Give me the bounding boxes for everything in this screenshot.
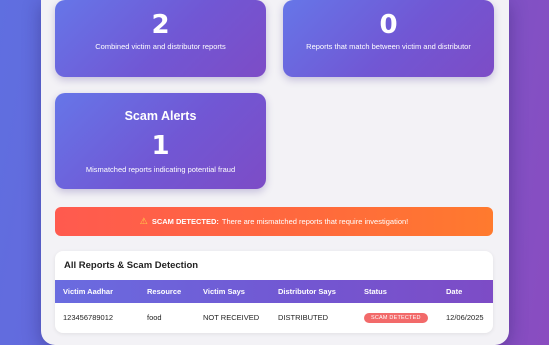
col-date: Date: [446, 287, 463, 296]
cell-distributor-says: DISTRIBUTED: [278, 313, 329, 322]
col-victim-says: Victim Says: [203, 287, 245, 296]
cell-victim-says: NOT RECEIVED: [203, 313, 260, 322]
reports-table: Victim Aadhar Resource Victim Says Distr…: [55, 280, 493, 332]
cell-aadhar: 123456789012: [63, 313, 114, 322]
cell-date: 12/06/2025: [446, 313, 484, 322]
total-reports-count: 2: [151, 10, 170, 40]
cell-status: SCAM DETECTED: [356, 303, 438, 332]
scam-alerts-title: Scam Alerts: [124, 109, 197, 123]
col-status: Status: [364, 287, 387, 296]
reports-title: All Reports & Scam Detection: [64, 260, 199, 271]
total-reports-card: 2 Combined victim and distributor report…: [55, 0, 266, 77]
scam-alerts-card: Scam Alerts 1 Mismatched reports indicat…: [55, 93, 266, 189]
status-badge: SCAM DETECTED: [364, 313, 428, 323]
col-resource: Resource: [147, 287, 182, 296]
scam-alerts-count: 1: [151, 131, 170, 161]
warning-icon: ⚠: [139, 216, 148, 226]
table-header-row: Victim Aadhar Resource Victim Says Distr…: [55, 280, 493, 303]
scam-alerts-label: Mismatched reports indicating potential …: [85, 165, 236, 174]
table-row[interactable]: 123456789012 food NOT RECEIVED DISTRIBUT…: [55, 303, 493, 332]
matched-reports-card: 0 Reports that match between victim and …: [283, 0, 494, 77]
scam-alert-banner: ⚠ SCAM DETECTED: There are mismatched re…: [55, 207, 493, 236]
main-panel: 2 Combined victim and distributor report…: [41, 0, 509, 345]
matched-reports-count: 0: [379, 10, 398, 40]
col-distributor-says: Distributor Says: [278, 287, 336, 296]
col-victim-aadhar: Victim Aadhar: [63, 287, 114, 296]
reports-section: All Reports & Scam Detection Victim Aadh…: [55, 251, 493, 333]
alert-message: There are mismatched reports that requir…: [221, 217, 409, 226]
alert-strong-text: SCAM DETECTED:: [151, 217, 219, 226]
matched-reports-label: Reports that match between victim and di…: [306, 42, 471, 51]
cell-resource: food: [147, 313, 162, 322]
total-reports-label: Combined victim and distributor reports: [95, 42, 226, 51]
